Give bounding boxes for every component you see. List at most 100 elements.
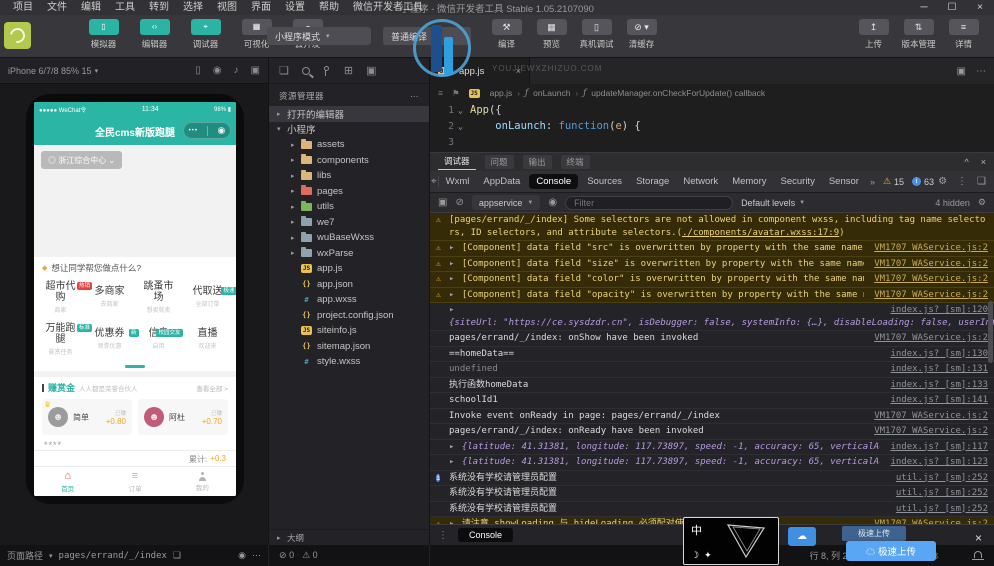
devtools-tab-AppData[interactable]: AppData — [476, 174, 527, 189]
console-message[interactable]: ⚠ [pages/errand/_/index] Some selectors a… — [430, 213, 994, 241]
tree-item-assets[interactable]: ▸ assets — [269, 137, 429, 153]
location-chip[interactable]: ◎ 浙江综合中心 ⌄ — [41, 151, 123, 169]
source-link[interactable]: util.js? [sm]:252 — [896, 472, 988, 485]
console-settings-icon[interactable]: ⚙ — [978, 197, 986, 208]
source-link[interactable]: index.js? [sm]:131 — [890, 363, 988, 376]
reward-user-card[interactable]: ☻ 阿杜 已赚 +0.70 — [138, 399, 228, 435]
breadcrumb-item[interactable]: app.js — [490, 88, 513, 98]
expand-chevron-icon[interactable]: ▸ — [449, 274, 460, 284]
console-message[interactable]: 系统没有学校请管理员配置 util.js? [sm]:252 — [430, 502, 994, 517]
console-message[interactable]: ▸ index.js? [sm]:120 {siteUrl: "https://ce… — [430, 303, 994, 331]
notifications-bell-icon[interactable] — [972, 551, 984, 561]
drawer-kebab-icon[interactable]: ⋮ — [438, 530, 448, 541]
console-message[interactable]: 执行函数homeData index.js? [sm]:133 — [430, 378, 994, 393]
execution-context-select[interactable]: appservice ▼ — [471, 195, 541, 210]
page-path-label[interactable]: 页面路径 — [7, 549, 43, 562]
source-link[interactable]: index.js? [sm]:120 — [890, 304, 988, 317]
toolbar-button-version[interactable]: ⇅ 版本管理 — [896, 19, 941, 50]
menu-item-项目[interactable]: 项目 — [6, 0, 40, 15]
panel-button-phone[interactable]: ▯ 模拟器 — [78, 19, 129, 50]
filter-input[interactable] — [565, 195, 734, 210]
mode-select[interactable]: 小程序模式 ▾ — [267, 27, 371, 45]
devtools-settings-icon[interactable]: ⚙ — [938, 176, 947, 187]
preview-icon[interactable]: ▣ — [366, 64, 376, 77]
tree-item-pages[interactable]: ▸ pages — [269, 184, 429, 200]
breadcrumb-item[interactable]: updateManager.onCheckForUpdate() callbac… — [591, 88, 765, 98]
detach-window-icon[interactable]: ▣ — [251, 65, 260, 76]
panel-button-code[interactable]: ‹› 编辑器 — [129, 19, 180, 50]
tree-item-wuBaseWxss[interactable]: ▸ wuBaseWxss — [269, 230, 429, 246]
dismiss-upload-icon[interactable]: × — [975, 531, 982, 545]
console-sidebar-icon[interactable]: ▣ — [438, 197, 447, 208]
breadcrumb-item[interactable]: onLaunch — [533, 88, 570, 98]
compile-mode-select[interactable]: 普通编译 ▾ — [383, 27, 471, 45]
expand-chevron-icon[interactable]: ▸ — [449, 457, 460, 467]
watch-icon[interactable]: ◉ — [238, 550, 246, 561]
panel-button-debug[interactable]: ⌖ 调试器 — [180, 19, 231, 50]
editor-more-icon[interactable]: ⋯ — [976, 66, 986, 77]
sound-icon[interactable]: ♪ — [234, 65, 239, 76]
console-message[interactable]: pages/errand/_/index: onReady have been … — [430, 424, 994, 440]
devtools-tab-Wxml[interactable]: Wxml — [439, 174, 477, 189]
log-levels-select[interactable]: Default levels ▼ — [741, 198, 805, 208]
message-link[interactable]: ./components/avatar.wxss:17:9 — [682, 228, 839, 238]
console-message[interactable]: ▸ {latitude: 41.31381, longitude: 117.73… — [430, 440, 994, 455]
devtools-tab-Network[interactable]: Network — [676, 174, 725, 189]
more-dots-icon[interactable]: ••• — [189, 128, 198, 134]
service-item-万能跑腿[interactable]: 万能跑腿 标准 悬赏任务 — [36, 318, 92, 360]
warning-count[interactable]: ⚠ 15 — [883, 176, 904, 187]
more-actions-icon[interactable]: ⋯ — [410, 91, 419, 102]
console-message[interactable]: ▸ {latitude: 41.31381, longitude: 117.73… — [430, 455, 994, 471]
devtools-tab-Security[interactable]: Security — [774, 174, 822, 189]
quick-upload-button[interactable]: 极速上传 — [842, 526, 906, 541]
service-item-优惠券[interactable]: 优惠券新领劵优惠 — [85, 318, 139, 360]
service-item-跳蚤市场[interactable]: 跳蚤市场 想卖就卖 — [134, 276, 183, 318]
console-scrollbar[interactable] — [988, 301, 993, 363]
debugger-tab-问题[interactable]: 问题 — [484, 155, 514, 169]
rotate-device-icon[interactable]: ▯ — [195, 65, 201, 76]
source-link[interactable]: VM1707 WAService.js:2 — [874, 332, 988, 345]
source-link[interactable]: VM1707 WAService.js:2 — [874, 289, 988, 302]
menu-item-工具[interactable]: 工具 — [108, 0, 142, 15]
tree-item-app.json[interactable]: {} app.json — [269, 277, 429, 293]
expand-chevron-icon[interactable]: ▸ — [449, 290, 460, 300]
dock-side-icon[interactable]: ❏ — [977, 176, 986, 187]
toolbar-button-upload[interactable]: ↥ 上传 — [851, 19, 896, 50]
outline-section[interactable]: ▸ 大纲 — [269, 529, 429, 545]
source-link[interactable]: index.js? [sm]:123 — [890, 456, 988, 469]
hidden-count-label[interactable]: 4 hidden — [935, 198, 970, 208]
view-all-link[interactable]: 查看全部 > — [196, 383, 228, 393]
minimize-button[interactable]: ─ — [910, 0, 938, 15]
menu-item-视图[interactable]: 视图 — [210, 0, 244, 15]
tree-item-sitemap.json[interactable]: {} sitemap.json — [269, 339, 429, 355]
console-message[interactable]: undefined index.js? [sm]:131 — [430, 362, 994, 378]
service-item-代取送[interactable]: 代取送 极速 全部订单 — [183, 276, 236, 318]
menu-item-文件[interactable]: 文件 — [40, 0, 74, 15]
eye-icon[interactable]: ◉ — [548, 197, 557, 208]
console-message[interactable]: schoolId1 index.js? [sm]:141 — [430, 393, 994, 409]
tree-item-components[interactable]: ▸ components — [269, 153, 429, 169]
source-link[interactable]: VM1707 WAService.js:2 — [874, 258, 988, 271]
statusbar-more-icon[interactable]: ⋯ — [252, 550, 261, 561]
cloud-upload-icon-button[interactable]: ☁ — [788, 527, 816, 546]
devtools-tab-Sources[interactable]: Sources — [580, 174, 629, 189]
exit-circle-icon[interactable]: ◉ — [217, 125, 225, 136]
devtools-kebab-icon[interactable]: ⋮ — [957, 176, 967, 187]
expand-chevron-icon[interactable]: ▸ — [449, 259, 460, 269]
console-message[interactable]: ==homeData== index.js? [sm]:130 — [430, 347, 994, 362]
console-message[interactable]: ⚠ ▸ [Component] data field "size" is over… — [430, 256, 994, 272]
info-count[interactable]: i 63 — [912, 177, 934, 187]
close-button[interactable]: × — [966, 0, 994, 15]
quick-upload-tooltip[interactable]: ☁ 极速上传 — [846, 541, 936, 561]
menu-item-界面[interactable]: 界面 — [244, 0, 278, 15]
split-editor-icon[interactable]: ▣ — [957, 66, 966, 77]
page-path-value[interactable]: pages/errand/_/index — [59, 551, 167, 561]
inspect-element-icon[interactable]: ⌖ — [430, 176, 439, 187]
devtools-tab-Console[interactable]: Console — [529, 174, 579, 189]
service-item-信息[interactable]: 信息校园交友启用 — [134, 318, 183, 360]
collapse-panel-icon[interactable]: ^ — [965, 157, 969, 167]
files-icon[interactable]: ❏ — [279, 64, 289, 77]
tree-item-libs[interactable]: ▸ libs — [269, 168, 429, 184]
menu-item-帮助[interactable]: 帮助 — [312, 0, 346, 15]
console-message[interactable]: i 系统没有学校请管理员配置 util.js? [sm]:252 — [430, 471, 994, 486]
